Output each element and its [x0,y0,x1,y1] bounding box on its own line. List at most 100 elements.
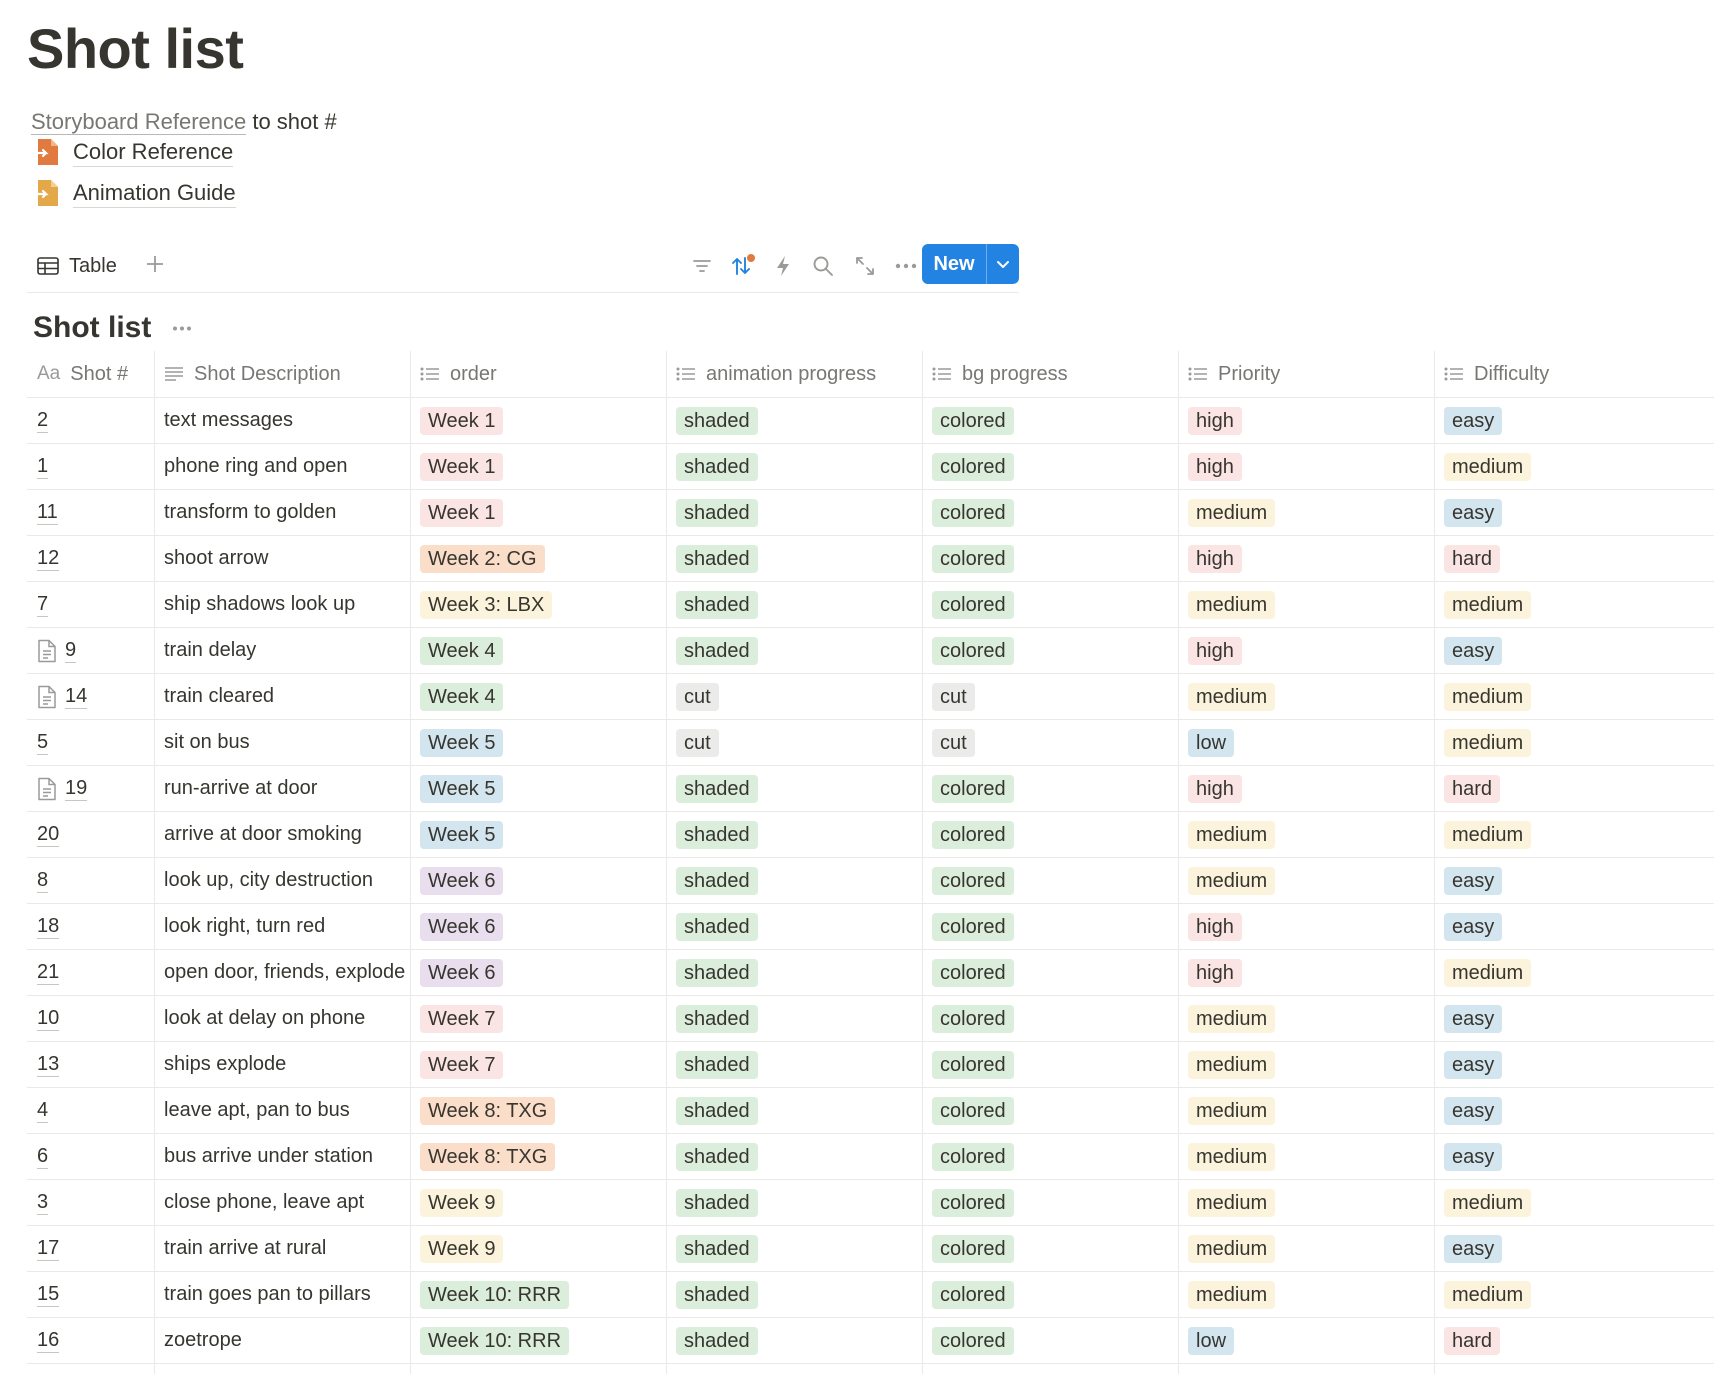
cell-order[interactable]: Week 1 [410,444,666,489]
cell-shot-number[interactable]: 21 [27,950,154,995]
cell-anim[interactable]: shaded [666,490,922,535]
cell-shot-number[interactable]: 16 [27,1318,154,1363]
cell-anim[interactable]: cut [666,674,922,719]
table-row[interactable]: 6 bus arrive under station Week 8: TXG shad… [27,1134,1714,1180]
table-row[interactable]: 15 train goes pan to pillars Week 10: RRR s… [27,1272,1714,1318]
cell-shot-description[interactable]: leave apt, pan to bus [154,1088,410,1133]
table-row[interactable]: 4 leave apt, pan to bus Week 8: TXG shaded c… [27,1088,1714,1134]
cell-difficulty[interactable]: easy [1434,490,1714,535]
cell-order[interactable]: Week 1 [410,398,666,443]
cell-priority[interactable]: high [1178,950,1434,995]
cell-anim[interactable]: shaded [666,444,922,489]
cell-shot-description[interactable]: sit on bus [154,720,410,765]
cell-difficulty[interactable]: easy [1434,1042,1714,1087]
cell-shot-number[interactable]: 1 [27,444,154,489]
cell-shot-description[interactable]: look at delay on phone [154,996,410,1041]
cell-shot-description[interactable]: train delay [154,628,410,673]
table-row[interactable]: 2 text messages Week 1 shaded colored high eas… [27,398,1714,444]
table-row[interactable]: 7 ship shadows look up Week 3: LBX shaded co… [27,582,1714,628]
cell-anim[interactable]: shaded [666,1134,922,1179]
cell-bg[interactable]: colored [922,812,1178,857]
cell-anim[interactable]: shaded [666,1088,922,1133]
cell-anim[interactable]: cut [666,720,922,765]
cell-priority[interactable]: medium [1178,1226,1434,1271]
cell-order[interactable]: Week 6 [410,904,666,949]
cell-priority[interactable]: medium [1178,1272,1434,1317]
cell-shot-description[interactable]: ships explode [154,1042,410,1087]
cell-difficulty[interactable]: medium [1434,950,1714,995]
cell-order[interactable]: Week 8: TXG [410,1134,666,1179]
cell-shot-number[interactable]: 11 [27,490,154,535]
cell-bg[interactable]: colored [922,398,1178,443]
table-row[interactable]: 19 run-arrive at door Week 5 shaded colored h… [27,766,1714,812]
sort-button[interactable] [727,250,759,282]
cell-bg[interactable]: colored [922,1088,1178,1133]
tab-table[interactable]: Table [37,250,117,282]
cell-anim[interactable]: shaded [666,950,922,995]
cell-priority[interactable]: medium [1178,1042,1434,1087]
cell-difficulty[interactable]: hard [1434,536,1714,581]
new-dropdown-button[interactable] [987,244,1019,284]
cell-anim[interactable]: shaded [666,536,922,581]
cell-anim[interactable]: shaded [666,996,922,1041]
cell-order[interactable]: Week 6 [410,858,666,903]
page-link-color-reference[interactable]: Color Reference [34,134,234,170]
table-row[interactable]: 11 transform to golden Week 1 shaded colored… [27,490,1714,536]
cell-priority[interactable]: medium [1178,582,1434,627]
cell-priority[interactable]: low [1178,720,1434,765]
cell-shot-description[interactable]: open door, friends, explode [154,950,410,995]
cell-shot-description[interactable]: zoetrope [154,1318,410,1363]
table-row[interactable]: 9 train delay Week 4 shaded colored high easy [27,628,1714,674]
cell-shot-number[interactable]: 19 [27,766,154,811]
column-header-bg[interactable]: bg progress [922,351,1178,397]
cell-bg[interactable]: colored [922,1134,1178,1179]
cell-bg[interactable]: colored [922,1272,1178,1317]
cell-bg[interactable]: cut [922,674,1178,719]
cell-anim[interactable]: shaded [666,1180,922,1225]
cell-shot-number[interactable]: 18 [27,904,154,949]
cell-shot-description[interactable]: transform to golden [154,490,410,535]
cell-order[interactable]: Week 6 [410,950,666,995]
cell-shot-description[interactable]: arrive at door smoking [154,812,410,857]
cell-difficulty[interactable]: easy [1434,1226,1714,1271]
table-row[interactable]: 3 close phone, leave apt Week 9 shaded color… [27,1180,1714,1226]
cell-difficulty[interactable]: medium [1434,1180,1714,1225]
cell-shot-description[interactable]: bus arrive under station [154,1134,410,1179]
cell-bg[interactable]: colored [922,1042,1178,1087]
cell-shot-description[interactable]: run-arrive at door [154,766,410,811]
more-options-button[interactable] [890,250,922,282]
cell-priority[interactable]: medium [1178,996,1434,1041]
cell-bg[interactable]: colored [922,1180,1178,1225]
column-header-shot[interactable]: Aa Shot # [27,351,154,397]
cell-priority[interactable]: medium [1178,1134,1434,1179]
cell-bg[interactable]: colored [922,904,1178,949]
cell-difficulty[interactable]: medium [1434,812,1714,857]
cell-shot-description[interactable]: train cleared [154,674,410,719]
table-row[interactable]: 10 look at delay on phone Week 7 shaded colo… [27,996,1714,1042]
table-row[interactable]: 14 train cleared Week 4 cut cut medium medium [27,674,1714,720]
column-header-difficulty[interactable]: Difficulty [1434,351,1714,397]
cell-shot-description[interactable]: shoot arrow [154,536,410,581]
cell-anim[interactable]: shaded [666,1272,922,1317]
cell-shot-number[interactable]: 17 [27,1226,154,1271]
cell-difficulty[interactable]: easy [1434,904,1714,949]
cell-bg[interactable]: colored [922,1318,1178,1363]
cell-order[interactable]: Week 10: RRR [410,1272,666,1317]
table-row[interactable]: 21 open door, friends, explode Week 6 shade… [27,950,1714,996]
table-row[interactable]: 16 zoetrope Week 10: RRR shaded colored low ha… [27,1318,1714,1364]
cell-difficulty[interactable]: hard [1434,1318,1714,1363]
cell-anim[interactable]: shaded [666,858,922,903]
expand-button[interactable] [849,250,881,282]
cell-shot-number[interactable]: 10 [27,996,154,1041]
cell-difficulty[interactable]: easy [1434,996,1714,1041]
cell-shot-number[interactable]: 12 [27,536,154,581]
cell-shot-description[interactable]: phone ring and open [154,444,410,489]
cell-anim[interactable]: shaded [666,628,922,673]
cell-priority[interactable]: medium [1178,1088,1434,1133]
automation-button[interactable] [767,250,799,282]
page-link-animation-guide[interactable]: Animation Guide [34,175,236,211]
cell-order[interactable]: Week 7 [410,1042,666,1087]
table-row[interactable]: 5 sit on bus Week 5 cut cut low medium [27,720,1714,766]
cell-shot-number[interactable]: 8 [27,858,154,903]
cell-shot-number[interactable]: 3 [27,1180,154,1225]
